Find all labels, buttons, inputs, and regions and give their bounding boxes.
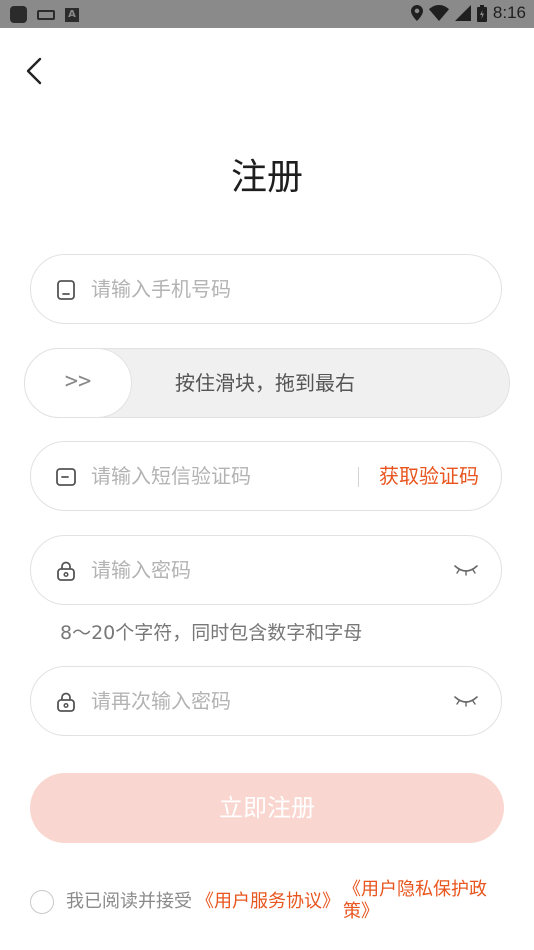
service-agreement-link[interactable]: 《用户服务协议》 [196, 890, 340, 914]
confirm-password-input[interactable]: 请再次输入密码 [91, 667, 231, 735]
message-icon [56, 468, 76, 486]
agreement-text: 我已阅读并接受 [66, 891, 192, 912]
eye-closed-icon[interactable] [453, 693, 479, 709]
status-bar-notifications: A [10, 6, 79, 23]
password-hint: 8～20个字符，同时包含数字和字母 [60, 622, 363, 644]
signal-icon [454, 5, 471, 21]
sms-code-input[interactable]: 请输入短信验证码 [91, 442, 251, 510]
status-bar: A 8:16 [0, 0, 534, 28]
slider-handle[interactable]: >> [24, 348, 132, 418]
notification-app-icon [10, 6, 27, 23]
clock: 8:16 [492, 3, 526, 22]
password-input[interactable]: 请输入密码 [91, 536, 191, 604]
agreement-checkbox[interactable] [30, 890, 54, 914]
eye-closed-icon[interactable] [453, 562, 479, 578]
slider-captcha[interactable]: >> 按住滑块，拖到最右 [24, 348, 510, 418]
phone-input[interactable]: 请输入手机号码 [91, 255, 231, 323]
lock-icon [57, 561, 75, 581]
slider-instruction: 按住滑块，拖到最右 [175, 371, 355, 395]
keyboard-icon [37, 9, 55, 20]
privacy-policy-link[interactable]: 《用户隐私保护政策》 [343, 879, 503, 923]
page-title: 注册 [230, 157, 303, 198]
confirm-password-field[interactable]: 请再次输入密码 [30, 666, 502, 736]
wifi-icon [428, 5, 449, 21]
back-button[interactable] [20, 55, 50, 87]
phone-field[interactable]: 请输入手机号码 [30, 254, 502, 324]
phone-icon [57, 280, 75, 300]
app-a-icon: A [65, 7, 79, 22]
register-button[interactable]: 立即注册 [30, 773, 504, 843]
get-code-button[interactable]: 获取验证码 [379, 442, 479, 510]
location-icon [410, 5, 423, 21]
status-bar-system: 8:16 [410, 3, 526, 23]
sms-code-field[interactable]: 请输入短信验证码 获取验证码 [30, 441, 502, 511]
field-divider [358, 467, 359, 487]
chevron-left-icon [26, 57, 42, 85]
battery-icon [476, 4, 487, 22]
password-field[interactable]: 请输入密码 [30, 535, 502, 605]
lock-icon [57, 692, 75, 712]
